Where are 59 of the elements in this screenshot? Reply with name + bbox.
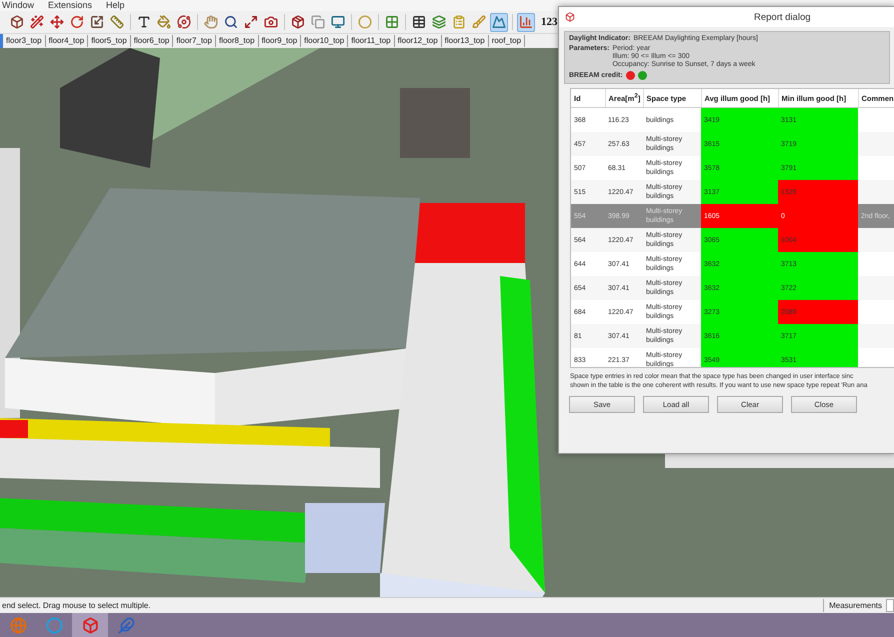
scene-tab[interactable]: floor11_top — [348, 35, 395, 47]
box-icon — [82, 616, 98, 634]
scene-tab[interactable]: floor10_top — [301, 35, 348, 47]
scene-tab[interactable]: floor6_top — [130, 35, 174, 47]
orbit-icon — [177, 15, 191, 29]
table-cell — [858, 180, 894, 204]
table-cell — [858, 324, 894, 348]
bar-chart-icon — [519, 15, 533, 29]
paint-bucket-icon — [157, 15, 171, 29]
status-message: end select. Drag mouse to select multiple. — [1, 601, 151, 610]
toolbar-button[interactable] — [8, 12, 26, 32]
toolbar-button[interactable] — [175, 12, 193, 32]
menu-item[interactable]: Extensions — [48, 0, 92, 11]
monitor-icon — [331, 15, 345, 29]
measurements-field[interactable] — [886, 599, 894, 612]
copy-icon — [311, 15, 325, 29]
scene-tab[interactable]: floor5_top — [88, 35, 131, 47]
clipboard-icon — [452, 15, 466, 29]
ruler-icon — [110, 15, 124, 29]
scale-icon — [90, 15, 104, 29]
scene-tab[interactable]: floor13_top — [442, 35, 489, 47]
circle-icon — [46, 616, 62, 634]
wand-icon — [30, 15, 44, 29]
box-icon — [10, 15, 24, 29]
package-icon — [291, 15, 305, 29]
table-cell — [858, 132, 894, 156]
measurements-label: Measurements — [829, 601, 882, 610]
table-icon — [412, 15, 426, 29]
toolbar-button[interactable] — [48, 12, 66, 32]
mountain-icon — [492, 15, 506, 29]
camera-icon — [264, 15, 278, 29]
globe-icon — [10, 616, 26, 634]
text-icon — [137, 15, 151, 29]
hand-icon — [204, 15, 218, 29]
scene-tab[interactable]: floor3_top — [3, 35, 46, 47]
app-icon — [565, 12, 575, 22]
scene-tab[interactable]: floor7_top — [173, 35, 216, 47]
brush-icon — [472, 15, 486, 29]
circle-icon — [358, 15, 372, 29]
units-label[interactable]: 123 — [541, 16, 558, 28]
move-icon — [50, 15, 64, 29]
scene-tab[interactable]: floor12_top — [394, 35, 442, 47]
scene-tab[interactable]: floor8_top — [216, 35, 259, 47]
menu-item[interactable]: Help — [106, 0, 125, 11]
scene-tab[interactable]: floor4_top — [46, 35, 88, 47]
grid-icon — [385, 15, 399, 29]
feather-icon — [118, 616, 134, 634]
menu-item[interactable]: Window — [2, 0, 34, 11]
rotate-icon — [70, 15, 84, 29]
layers-icon — [432, 15, 446, 29]
table-cell — [858, 276, 894, 300]
search-icon — [224, 15, 238, 29]
dialog-title: Report dialog — [754, 12, 811, 22]
table-cell — [858, 228, 894, 252]
scene-tab[interactable]: roof_top — [488, 35, 526, 47]
toolbar-button[interactable] — [289, 12, 307, 32]
toolbar-button[interactable] — [28, 12, 46, 32]
maximize-icon — [244, 15, 258, 29]
scene-tab[interactable]: floor9_top — [258, 35, 302, 47]
